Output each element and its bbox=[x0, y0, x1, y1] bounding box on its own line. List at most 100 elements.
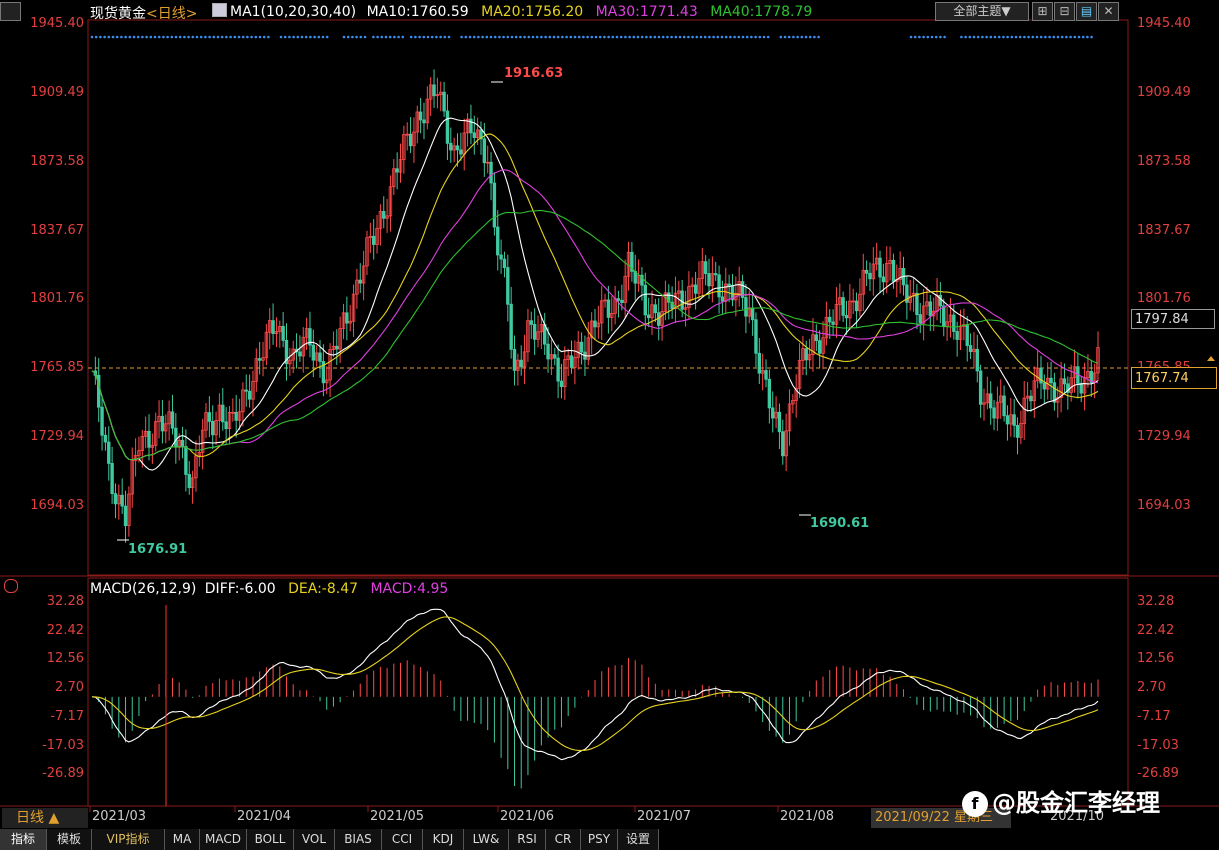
signal-dot bbox=[216, 35, 220, 39]
candle-body bbox=[754, 319, 758, 354]
chart-canvas[interactable] bbox=[0, 0, 1219, 850]
tab-MA[interactable]: MA bbox=[165, 829, 200, 850]
tab-KDJ[interactable]: KDJ bbox=[423, 829, 464, 850]
candle-body bbox=[432, 84, 436, 97]
signal-dot bbox=[157, 35, 161, 39]
signal-dot bbox=[107, 35, 111, 39]
tab-模板[interactable]: 模板 bbox=[47, 829, 92, 850]
tab-BOLL[interactable]: BOLL bbox=[247, 829, 294, 850]
signal-dot bbox=[548, 35, 552, 39]
signal-dot bbox=[166, 35, 169, 39]
candle-body bbox=[187, 474, 191, 489]
signal-dot bbox=[279, 35, 283, 39]
tab-PSY[interactable]: PSY bbox=[581, 829, 618, 850]
candle-body bbox=[620, 299, 624, 303]
tab-BIAS[interactable]: BIAS bbox=[335, 829, 382, 850]
menu-icon[interactable] bbox=[0, 2, 21, 21]
signal-dot bbox=[204, 35, 207, 39]
signal-dot bbox=[745, 35, 749, 39]
signal-dot bbox=[913, 35, 917, 39]
price-tick-label: 1729.94 bbox=[1137, 429, 1191, 444]
candle-body bbox=[512, 348, 517, 371]
signal-dot bbox=[909, 35, 913, 39]
tab-VIP指标[interactable]: VIP指标 bbox=[92, 829, 165, 850]
signal-dot bbox=[985, 35, 988, 39]
signal-dot bbox=[645, 35, 648, 39]
candle-body bbox=[174, 427, 178, 448]
signal-dot bbox=[111, 35, 115, 39]
period-cursor-label[interactable]: 日线 ▲ bbox=[2, 808, 88, 828]
candle-body bbox=[841, 297, 845, 316]
candle-body bbox=[358, 279, 362, 284]
candle-body bbox=[1012, 414, 1016, 426]
signal-dot bbox=[397, 35, 400, 39]
signal-dot bbox=[1031, 35, 1035, 39]
signal-dot bbox=[514, 35, 518, 39]
candle-body bbox=[817, 340, 822, 354]
candle-body bbox=[767, 378, 772, 409]
signal-dot bbox=[737, 35, 741, 39]
tab-CR[interactable]: CR bbox=[546, 829, 581, 850]
tab-CCI[interactable]: CCI bbox=[382, 829, 423, 850]
candle-body bbox=[455, 145, 460, 151]
chart-mode-icon[interactable]: ▤ bbox=[1076, 2, 1097, 21]
tab-设置[interactable]: 设置 bbox=[618, 829, 659, 850]
close-icon[interactable]: ✕ bbox=[1098, 2, 1119, 21]
signal-dot bbox=[506, 35, 510, 39]
signal-dot bbox=[208, 35, 211, 39]
ma10-value: MA10:1760.59 bbox=[366, 4, 469, 20]
candle-body bbox=[844, 315, 849, 319]
zoom-out-icon[interactable]: ⊟ bbox=[1054, 2, 1075, 21]
candle-body bbox=[506, 267, 510, 305]
signal-dot bbox=[233, 35, 237, 39]
signal-dot bbox=[355, 35, 358, 39]
tab-RSI[interactable]: RSI bbox=[509, 829, 546, 850]
signal-dot bbox=[225, 35, 228, 39]
tab-MACD[interactable]: MACD bbox=[200, 829, 247, 850]
tab-指标[interactable]: 指标 bbox=[0, 829, 47, 850]
signal-dot bbox=[766, 35, 770, 39]
watermark: f @股金汇李经理 bbox=[962, 783, 1160, 818]
macd-tick-label: 2.70 bbox=[55, 680, 84, 695]
macd-legend: MACD(26,12,9) DIFF:-6.00 DEA:-8.47 MACD:… bbox=[90, 581, 448, 597]
signal-dot bbox=[695, 35, 699, 39]
period-label[interactable]: <日线> bbox=[146, 6, 197, 22]
candle-body bbox=[1015, 424, 1020, 438]
candle-body bbox=[744, 297, 748, 317]
signal-dot bbox=[598, 35, 602, 39]
candle-body bbox=[1062, 378, 1067, 385]
signal-dot bbox=[351, 35, 354, 39]
candle-body bbox=[445, 110, 450, 144]
signal-dot bbox=[1090, 35, 1093, 39]
candle-body bbox=[757, 352, 762, 374]
signal-dot bbox=[926, 35, 930, 39]
candle-body bbox=[854, 300, 859, 312]
signal-dot bbox=[1039, 35, 1043, 39]
zoom-in-icon[interactable]: ⊞ bbox=[1032, 2, 1053, 21]
candle-body bbox=[771, 407, 775, 419]
candle-body bbox=[938, 294, 943, 307]
tab-LW&[interactable]: LW& bbox=[464, 829, 509, 850]
signal-dot bbox=[94, 35, 98, 39]
candle-body bbox=[1029, 395, 1033, 402]
signal-dot bbox=[817, 35, 820, 39]
candle-body bbox=[234, 411, 238, 421]
theme-dropdown[interactable]: 全部主题▼ bbox=[935, 2, 1029, 21]
signal-dot bbox=[682, 35, 686, 39]
signal-dot bbox=[1065, 35, 1068, 39]
ma30-value: MA30:1771.43 bbox=[595, 4, 698, 20]
tab-VOL[interactable]: VOL bbox=[294, 829, 335, 850]
signal-dot bbox=[670, 35, 673, 39]
signal-dot bbox=[594, 35, 598, 39]
signal-dot bbox=[447, 35, 451, 39]
chart-type-icon[interactable] bbox=[212, 3, 227, 17]
candle-body bbox=[459, 149, 463, 155]
signal-dot bbox=[174, 35, 178, 39]
signal-dot bbox=[283, 35, 287, 39]
price-tick-label: 1945.40 bbox=[30, 16, 84, 31]
candle-body bbox=[221, 404, 225, 423]
signal-dot bbox=[384, 35, 388, 39]
watermark-text: @股金汇李经理 bbox=[992, 789, 1160, 817]
indicator-settings-icon[interactable] bbox=[4, 579, 18, 593]
candle-body bbox=[519, 359, 523, 368]
